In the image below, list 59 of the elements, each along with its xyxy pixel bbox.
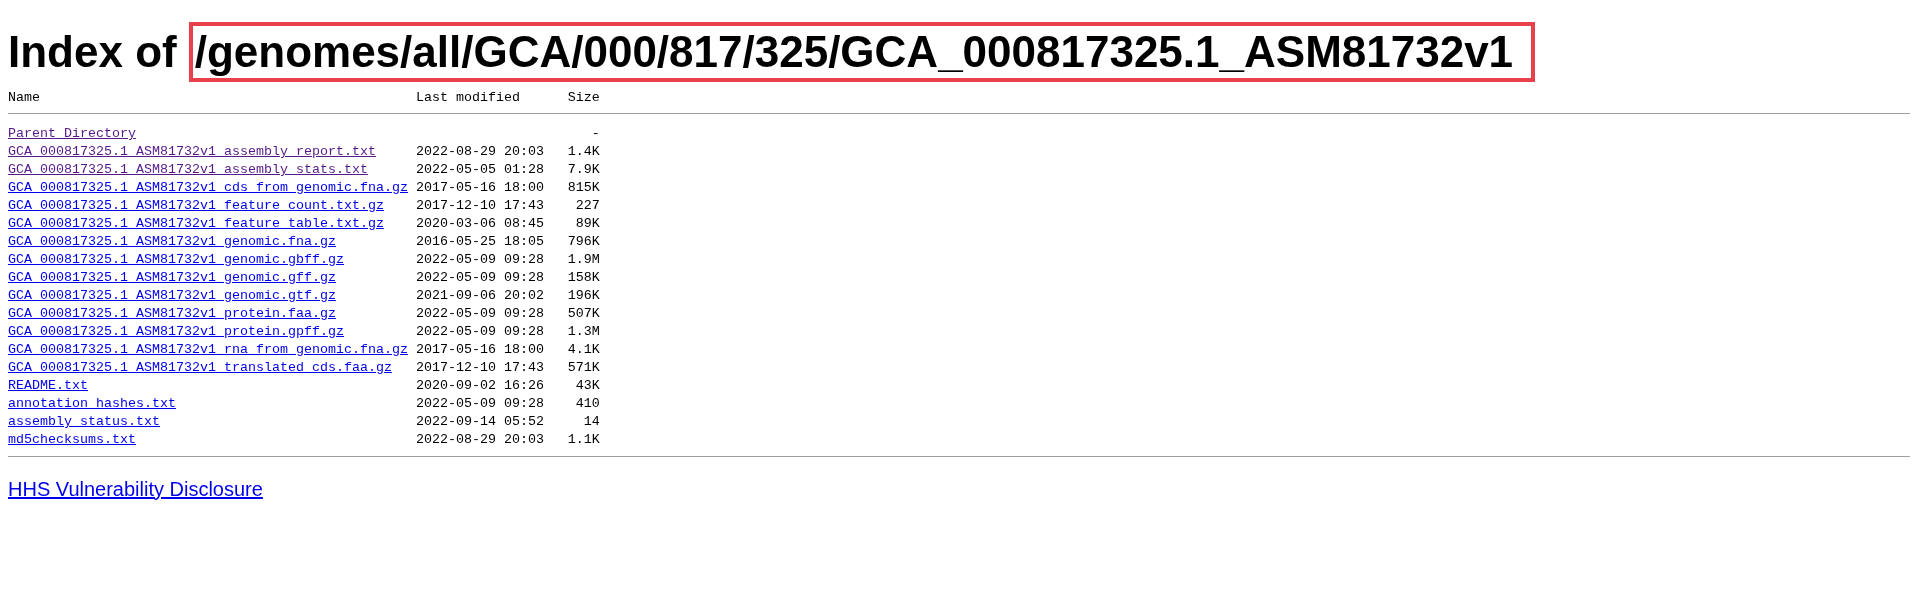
- modified-date: 2016-05-25 18:05: [415, 233, 544, 251]
- modified-date: 2021-09-06 20:02: [415, 287, 544, 305]
- column-header: Size: [567, 89, 600, 107]
- modified-date: 2022-05-09 09:28: [415, 251, 544, 269]
- modified-date: 2022-08-29 20:03: [415, 431, 544, 449]
- modified-date: 2020-09-02 16:26: [415, 377, 544, 395]
- file-link[interactable]: GCA_000817325.1_ASM81732v1_feature_count.txt.gz: [8, 197, 384, 215]
- file-size: 14: [583, 413, 600, 431]
- file-link[interactable]: assembly_status.txt: [8, 413, 160, 431]
- modified-date: 2022-05-05 01:28: [415, 161, 544, 179]
- title-text: Index of: [8, 26, 177, 78]
- file-size: 1.1K: [567, 431, 600, 449]
- file-size: 1.4K: [567, 143, 600, 161]
- file-link[interactable]: GCA_000817325.1_ASM81732v1_cds_from_genomic.fna.gz: [8, 179, 408, 197]
- modified-date: 2022-05-09 09:28: [415, 305, 544, 323]
- file-link[interactable]: GCA_000817325.1_ASM81732v1_genomic.gff.gz: [8, 269, 336, 287]
- file-size: 815K: [567, 179, 600, 197]
- file-size: 7.9K: [567, 161, 600, 179]
- file-link[interactable]: Parent Directory: [8, 125, 136, 143]
- file-size: 507K: [567, 305, 600, 323]
- file-size: -: [591, 125, 600, 143]
- file-size: 43K: [575, 377, 600, 395]
- modified-date: 2022-08-29 20:03: [415, 143, 544, 161]
- file-size: 158K: [567, 269, 600, 287]
- column-header: Name: [8, 89, 40, 107]
- file-link[interactable]: GCA_000817325.1_ASM81732v1_rna_from_genomic.fna.gz: [8, 341, 408, 359]
- highlighted-path: /genomes/all/GCA/000/817/325/GCA_000817325.1_ASM81732v1: [188, 22, 1536, 82]
- file-link[interactable]: GCA_000817325.1_ASM81732v1_genomic.gbff.gz: [8, 251, 344, 269]
- modified-date: 2017-05-16 18:00: [415, 341, 544, 359]
- modified-date: 2017-12-10 17:43: [415, 359, 544, 377]
- modified-date: 2022-05-09 09:28: [415, 323, 544, 341]
- file-size: 227: [575, 197, 600, 215]
- file-link[interactable]: annotation_hashes.txt: [8, 395, 176, 413]
- file-size: 4.1K: [567, 341, 600, 359]
- file-size: 410: [575, 395, 600, 413]
- file-size: 196K: [567, 287, 600, 305]
- modified-date: 2022-05-09 09:28: [415, 395, 544, 413]
- file-link[interactable]: md5checksums.txt: [8, 431, 136, 449]
- modified-date: 2022-05-09 09:28: [415, 269, 544, 287]
- footer-link[interactable]: HHS Vulnerability Disclosure: [8, 478, 263, 500]
- file-link[interactable]: GCA_000817325.1_ASM81732v1_feature_table.txt.gz: [8, 215, 384, 233]
- file-size: 571K: [567, 359, 600, 377]
- file-link[interactable]: GCA_000817325.1_ASM81732v1_translated_cds.faa.gz: [8, 359, 392, 377]
- file-size: 796K: [567, 233, 600, 251]
- file-link[interactable]: GCA_000817325.1_ASM81732v1_genomic.fna.gz: [8, 233, 336, 251]
- modified-date: 2017-12-10 17:43: [415, 197, 544, 215]
- file-size: 1.9M: [567, 251, 600, 269]
- file-link[interactable]: GCA_000817325.1_ASM81732v1_assembly_stats.txt: [8, 161, 368, 179]
- column-header: Last modified: [415, 89, 520, 107]
- modified-date: 2020-03-06 08:45: [415, 215, 544, 233]
- file-link[interactable]: README.txt: [8, 377, 88, 395]
- file-size: 1.3M: [567, 323, 600, 341]
- file-link[interactable]: GCA_000817325.1_ASM81732v1_assembly_report.txt: [8, 143, 376, 161]
- modified-date: 2022-09-14 05:52: [415, 413, 544, 431]
- file-link[interactable]: GCA_000817325.1_ASM81732v1_protein.faa.gz: [8, 305, 336, 323]
- modified-date: 2017-05-16 18:00: [415, 179, 544, 197]
- file-link[interactable]: GCA_000817325.1_ASM81732v1_protein.gpff.gz: [8, 323, 344, 341]
- file-link[interactable]: GCA_000817325.1_ASM81732v1_genomic.gtf.gz: [8, 287, 336, 305]
- file-size: 89K: [575, 215, 600, 233]
